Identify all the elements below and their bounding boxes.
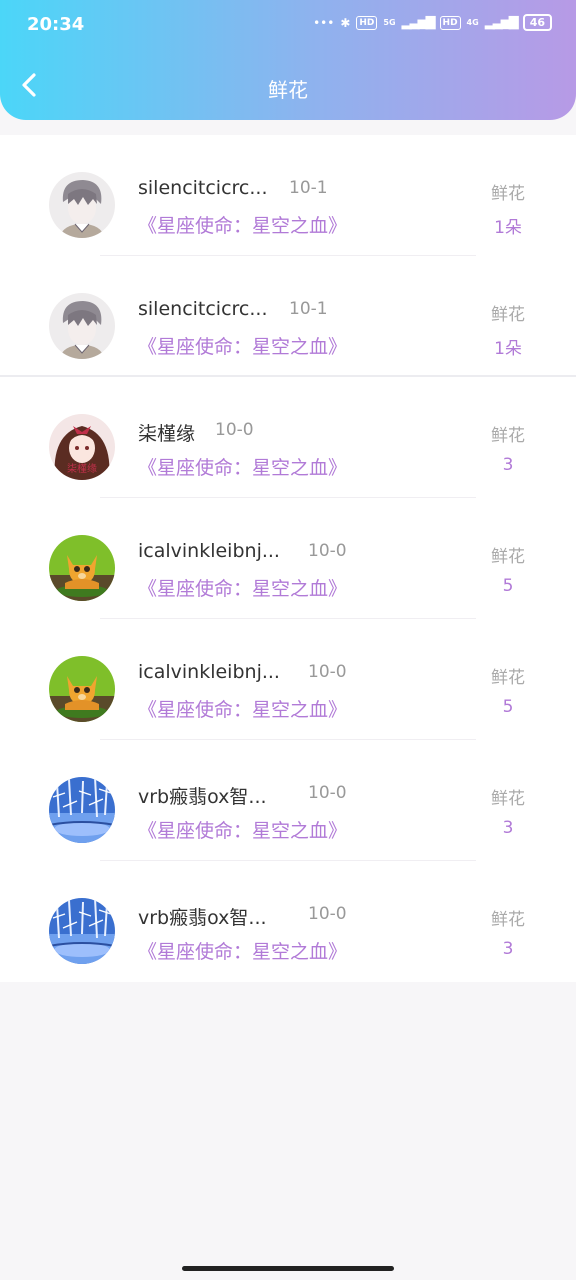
list-item[interactable]: vrb瘢翡ox智... 10-0 《星座使命：星空之血》 鲜花 3 xyxy=(0,740,576,861)
avatar[interactable] xyxy=(49,656,115,722)
list-item[interactable]: silencitcicrc... 10-1 《星座使命：星空之血》 鲜花 1朵 xyxy=(0,135,576,256)
page-title: 鲜花 xyxy=(268,78,308,102)
signal-4g-label: 4G xyxy=(466,17,479,27)
flower-label: 鲜花 xyxy=(491,668,525,688)
book-title[interactable]: 《星座使命：星空之血》 xyxy=(138,332,347,359)
battery-icon: 46 xyxy=(522,14,552,31)
user-name: silencitcicrc... xyxy=(138,177,268,199)
status-icons: ••• ✱ HD 5G ▂▃▅▇ HD 4G ▂▃▅▇ 46 xyxy=(313,14,552,31)
date-text: 10-0 xyxy=(308,904,347,924)
flower-label: 鲜花 xyxy=(491,184,525,204)
signal-bars-icon: ▂▃▅▇ xyxy=(484,15,519,30)
bluetooth-icon: ✱ xyxy=(340,15,351,30)
date-text: 10-0 xyxy=(308,541,347,561)
avatar[interactable] xyxy=(49,172,115,238)
list-item[interactable]: vrb瘢翡ox智... 10-0 《星座使命：星空之血》 鲜花 3 xyxy=(0,861,576,982)
more-dots-icon: ••• xyxy=(313,15,335,30)
book-title[interactable]: 《星座使命：星空之血》 xyxy=(138,695,347,722)
avatar[interactable] xyxy=(49,535,115,601)
flower-count: 1朵 xyxy=(494,339,522,359)
date-text: 10-0 xyxy=(308,662,347,682)
avatar[interactable] xyxy=(49,898,115,964)
avatar[interactable] xyxy=(49,293,115,359)
flower-count: 3 xyxy=(502,939,514,959)
user-name: 柒槿缘 xyxy=(138,423,196,445)
user-name: icalvinkleibnj... xyxy=(138,661,280,683)
user-name: silencitcicrc... xyxy=(138,298,268,320)
flower-label: 鲜花 xyxy=(491,547,525,567)
avatar[interactable] xyxy=(49,777,115,843)
date-text: 10-0 xyxy=(215,420,254,440)
flower-count: 5 xyxy=(502,576,514,596)
flower-label: 鲜花 xyxy=(491,910,525,930)
list-item[interactable]: icalvinkleibnj... 10-0 《星座使命：星空之血》 鲜花 5 xyxy=(0,619,576,740)
date-text: 10-1 xyxy=(289,178,328,198)
date-text: 10-1 xyxy=(289,299,328,319)
flower-count: 3 xyxy=(502,818,514,838)
list-item[interactable]: silencitcicrc... 10-1 《星座使命：星空之血》 鲜花 1朵 xyxy=(0,256,576,377)
signal-bars-icon: ▂▃▅▇ xyxy=(401,15,436,30)
avatar[interactable] xyxy=(49,414,115,480)
list-item[interactable]: icalvinkleibnj... 10-0 《星座使命：星空之血》 鲜花 5 xyxy=(0,498,576,619)
book-title[interactable]: 《星座使命：星空之血》 xyxy=(138,453,347,480)
flower-list: silencitcicrc... 10-1 《星座使命：星空之血》 鲜花 1朵 … xyxy=(0,135,576,982)
date-text: 10-0 xyxy=(308,783,347,803)
status-time: 20:34 xyxy=(27,14,85,35)
flower-label: 鲜花 xyxy=(491,426,525,446)
hd-icon: HD xyxy=(356,15,378,30)
flower-count: 5 xyxy=(502,697,514,717)
signal-5g-label: 5G xyxy=(383,17,396,27)
status-bar: 20:34 ••• ✱ HD 5G ▂▃▅▇ HD 4G ▂▃▅▇ 46 xyxy=(0,0,576,52)
home-indicator[interactable] xyxy=(182,1266,394,1271)
header: 20:34 ••• ✱ HD 5G ▂▃▅▇ HD 4G ▂▃▅▇ 46 鲜花 xyxy=(0,0,576,120)
book-title[interactable]: 《星座使命：星空之血》 xyxy=(138,211,347,238)
user-name: vrb瘢翡ox智... xyxy=(138,907,267,929)
list-item[interactable]: 柒槿缘 10-0 《星座使命：星空之血》 鲜花 3 xyxy=(0,377,576,498)
hd-icon: HD xyxy=(439,15,461,30)
book-title[interactable]: 《星座使命：星空之血》 xyxy=(138,937,347,964)
flower-label: 鲜花 xyxy=(491,305,525,325)
flower-count: 1朵 xyxy=(494,218,522,238)
book-title[interactable]: 《星座使命：星空之血》 xyxy=(138,574,347,601)
flower-label: 鲜花 xyxy=(491,789,525,809)
flower-count: 3 xyxy=(502,455,514,475)
user-name: vrb瘢翡ox智... xyxy=(138,786,267,808)
user-name: icalvinkleibnj... xyxy=(138,540,280,562)
book-title[interactable]: 《星座使命：星空之血》 xyxy=(138,816,347,843)
